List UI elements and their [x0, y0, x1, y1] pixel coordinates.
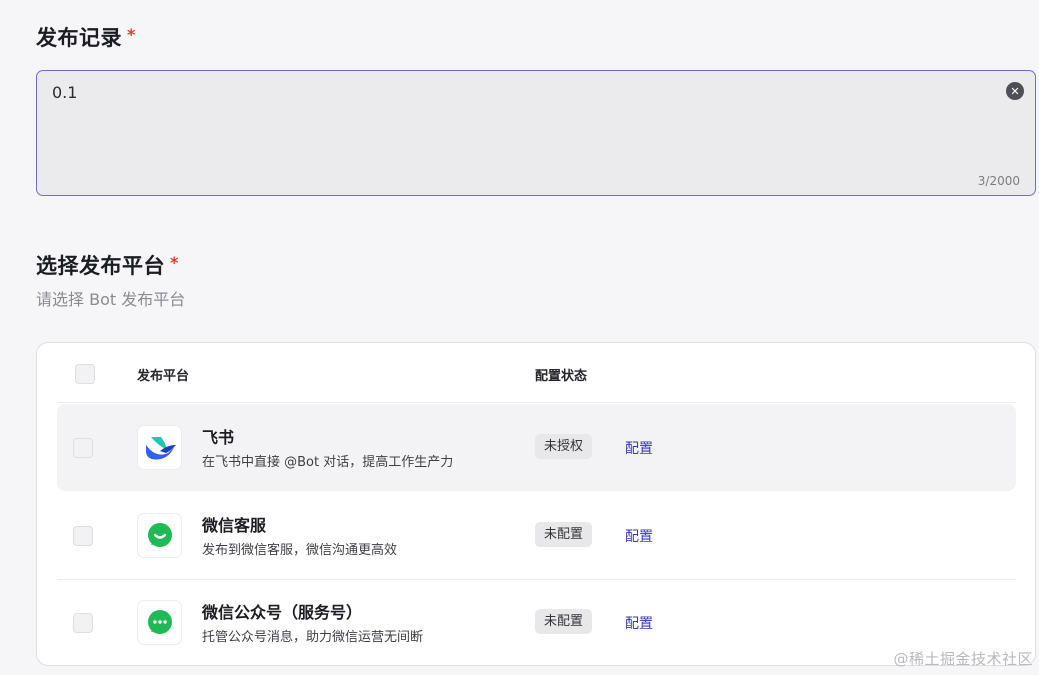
release-record-title-text: 发布记录 [36, 26, 122, 50]
status-badge: 未配置 [535, 609, 593, 634]
required-mark: * [170, 253, 179, 272]
platform-section-title: 选择发布平台 * [36, 250, 179, 280]
row-checkbox[interactable] [73, 526, 93, 546]
configure-link[interactable]: 配置 [625, 438, 653, 458]
platform-section-subtitle: 请选择 Bot 发布平台 [36, 290, 186, 309]
table-row-wechat-official[interactable]: 微信公众号（服务号） 托管公众号消息，助力微信运营无间断 未配置 配置 [57, 579, 1016, 666]
row-checkbox[interactable] [73, 438, 93, 458]
table-row-feishu[interactable]: 飞书 在飞书中直接 @Bot 对话，提高工作生产力 未授权 配置 [57, 404, 1016, 491]
app-name: 微信公众号（服务号） [202, 603, 363, 622]
column-header-status: 配置状态 [535, 369, 588, 384]
app-description: 托管公众号消息，助力微信运营无间断 [202, 630, 424, 645]
app-description: 发布到微信客服，微信沟通更高效 [202, 543, 398, 558]
watermark: @稀土掘金技术社区 [893, 650, 1033, 668]
status-badge: 未配置 [535, 522, 593, 547]
app-name: 飞书 [202, 428, 235, 447]
platform-table: 发布平台 配置状态 飞书 在飞书中直接 @Bot 对话，提高工作生产力 未授权 … [36, 342, 1036, 666]
feishu-logo-icon [137, 425, 182, 470]
configure-link[interactable]: 配置 [625, 526, 653, 546]
required-mark: * [127, 25, 136, 44]
platform-section-title-text: 选择发布平台 [36, 254, 165, 278]
row-checkbox[interactable] [73, 613, 93, 633]
publish-page: 发布记录 * 0.1 ✕ 3/2000 选择发布平台 * 请选择 Bot 发布平台 … [0, 0, 1039, 675]
configure-link[interactable]: 配置 [625, 613, 653, 633]
release-record-title: 发布记录 * [36, 22, 136, 52]
clear-icon[interactable]: ✕ [1006, 82, 1024, 100]
release-record-textarea[interactable]: 0.1 ✕ 3/2000 [36, 70, 1036, 196]
wechat-official-account-icon [137, 600, 182, 645]
char-count: 3/2000 [977, 174, 1020, 188]
app-description: 在飞书中直接 @Bot 对话，提高工作生产力 [202, 455, 454, 470]
wechat-bubble-icon [137, 513, 182, 558]
release-record-value[interactable]: 0.1 [52, 83, 77, 102]
row-divider [57, 402, 1016, 403]
column-header-platform: 发布平台 [137, 369, 190, 384]
app-name: 微信客服 [202, 516, 267, 535]
table-row-wechat-service[interactable]: 微信客服 发布到微信客服，微信沟通更高效 未配置 配置 [57, 492, 1016, 579]
select-all-checkbox[interactable] [75, 364, 95, 384]
status-badge: 未授权 [535, 434, 593, 459]
